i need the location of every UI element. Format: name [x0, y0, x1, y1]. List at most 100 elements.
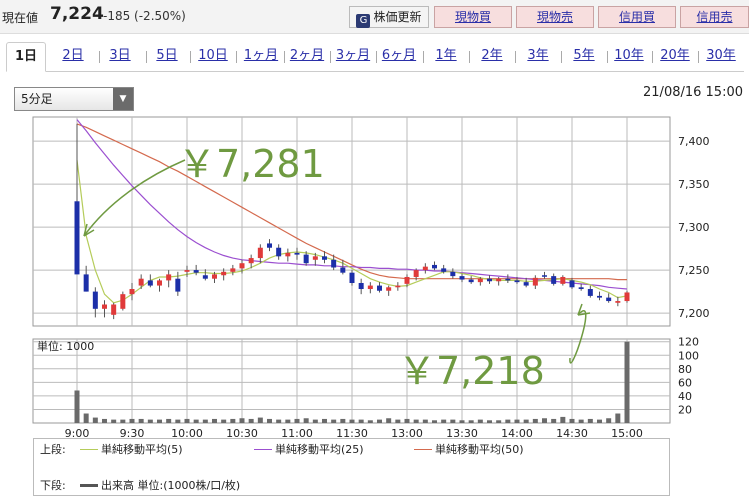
candle-up — [386, 287, 392, 291]
volume-bar — [102, 418, 107, 423]
volume-tick-label: 80 — [678, 363, 692, 376]
candle-down — [432, 264, 437, 269]
candle-down — [331, 259, 337, 268]
volume-bar — [487, 420, 492, 423]
volume-bar — [459, 420, 465, 423]
volume-bar — [551, 418, 557, 423]
price-tick-label: 7,350 — [678, 178, 710, 191]
volume-bar — [212, 418, 217, 423]
volume-tick-label: 40 — [678, 390, 692, 403]
volume-bar — [322, 418, 327, 423]
volume-bar — [404, 418, 410, 423]
candle-down — [83, 274, 89, 292]
volume-bar — [477, 419, 483, 423]
candle-up — [129, 289, 135, 295]
volume-tick-label: 60 — [678, 376, 692, 389]
candle-down — [377, 285, 382, 291]
volume-bar — [615, 413, 621, 423]
volume-bar — [606, 418, 612, 423]
candle-up — [221, 271, 227, 276]
volume-bar — [129, 418, 135, 423]
candle-up — [615, 301, 621, 303]
volume-bar — [413, 419, 419, 423]
volume-bar — [202, 419, 208, 423]
candle-up — [184, 270, 190, 272]
volume-bar — [175, 419, 181, 423]
volume-bar — [505, 419, 511, 423]
legend-swatch — [414, 449, 432, 450]
volume-bar — [285, 419, 291, 423]
candle-up — [312, 256, 318, 260]
candle-down — [450, 271, 456, 277]
legend-sma50: 単純移動平均(50) — [414, 443, 524, 457]
candle-up — [120, 294, 126, 309]
candle-up — [404, 276, 410, 284]
candle-up — [496, 278, 502, 282]
candle-up — [624, 292, 630, 302]
volume-bar — [303, 418, 309, 423]
volume-bar — [358, 419, 364, 423]
volume-bar — [578, 419, 584, 423]
volume-tick-label: 20 — [678, 403, 692, 416]
candle-up — [413, 270, 419, 277]
legend-sma25: 単純移動平均(25) — [254, 443, 364, 457]
volume-bar — [386, 418, 392, 423]
legend-volume: 出来高 単位:(1000株/口/枚) — [80, 479, 240, 493]
candle-down — [349, 272, 355, 283]
candle-down — [468, 279, 474, 283]
candle-down — [597, 295, 602, 298]
volume-bar — [312, 419, 318, 423]
candle-up — [212, 274, 217, 279]
legend-swatch — [80, 484, 98, 487]
candle-up — [138, 278, 144, 286]
candle-down — [175, 278, 181, 292]
volume-tick-label: 100 — [678, 349, 699, 362]
annotation-low-price: ￥7,218 — [398, 349, 545, 393]
candle-up — [560, 276, 566, 284]
legend-sma25-label: 単純移動平均(25) — [275, 443, 364, 456]
volume-bar — [111, 419, 117, 423]
candle-down — [267, 243, 272, 248]
candle-up — [166, 274, 172, 281]
volume-bar — [193, 419, 199, 423]
volume-bar — [267, 418, 272, 423]
candle-down — [92, 291, 98, 309]
candle-down — [202, 275, 208, 279]
volume-tick-label: 120 — [678, 336, 699, 349]
volume-bar — [92, 417, 98, 423]
volume-bar — [514, 419, 520, 423]
volume-bar — [349, 419, 355, 423]
volume-bar — [496, 420, 502, 423]
candle-down — [303, 254, 309, 264]
legend-upper-label: 上段: — [40, 443, 66, 456]
price-tick-label: 7,400 — [678, 135, 710, 148]
volume-bar — [230, 418, 236, 423]
volume-bar — [532, 418, 538, 423]
volume-bar — [523, 419, 529, 423]
candle-up — [111, 304, 117, 315]
legend-swatch — [254, 449, 272, 450]
volume-bar — [450, 419, 456, 423]
legend-volume-label: 出来高 単位:(1000株/口/枚) — [101, 479, 241, 492]
candle-down — [587, 289, 593, 296]
candle-down — [193, 270, 199, 273]
volume-bar — [138, 418, 144, 423]
volume-bar — [377, 419, 382, 423]
legend-swatch — [80, 449, 98, 450]
candle-down — [551, 276, 557, 284]
legend-box: 上段: 単純移動平均(5) 単純移動平均(25) 単純移動平均(50) 下段: … — [33, 438, 670, 496]
legend-lower-label: 下段: — [40, 479, 66, 492]
candle-down — [294, 252, 300, 255]
candle-up — [367, 285, 373, 290]
legend-sma5-label: 単純移動平均(5) — [101, 443, 183, 456]
candle-up — [532, 277, 538, 286]
candle-down — [276, 247, 282, 257]
candle-down — [505, 278, 511, 281]
volume-bar — [294, 418, 300, 423]
volume-bar — [147, 419, 153, 423]
candle-up — [157, 280, 162, 286]
candle-down — [606, 297, 612, 302]
stock-chart: 9:00 9:30 10:00 10:30 11:00 11:30 13:00 13:30 14… — [32, 116, 710, 440]
candle-down — [358, 282, 364, 290]
legend-sma5: 単純移動平均(5) — [80, 443, 183, 457]
